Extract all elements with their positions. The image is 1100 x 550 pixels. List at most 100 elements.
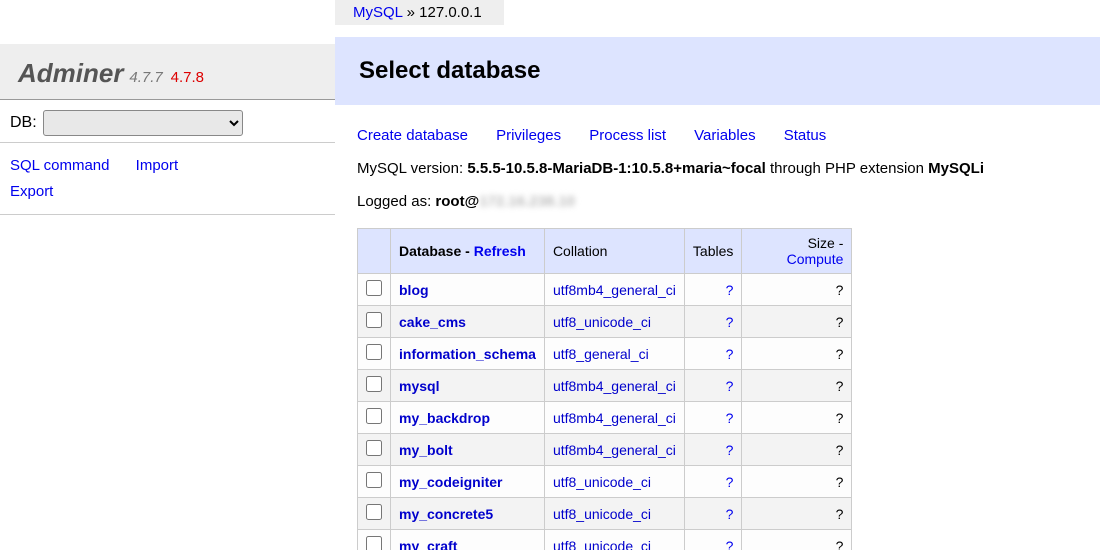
row-size: ? bbox=[742, 402, 852, 434]
row-checkbox[interactable] bbox=[366, 536, 382, 550]
row-database-name: my_codeigniter bbox=[391, 466, 545, 498]
collation-link[interactable]: utf8mb4_general_ci bbox=[553, 442, 676, 458]
breadcrumb-driver[interactable]: MySQL bbox=[353, 4, 402, 21]
row-collation: utf8mb4_general_ci bbox=[544, 370, 684, 402]
row-checkbox[interactable] bbox=[366, 472, 382, 488]
table-row: mysqlutf8mb4_general_ci?? bbox=[358, 370, 852, 402]
login-info-line: Logged as: root@172.16.238.10 bbox=[335, 185, 1100, 218]
header-size: Size - Compute bbox=[742, 229, 852, 274]
compute-link[interactable]: Compute bbox=[787, 251, 844, 267]
table-row: cake_cmsutf8_unicode_ci?? bbox=[358, 306, 852, 338]
tables-count-link[interactable]: ? bbox=[726, 378, 734, 394]
database-link[interactable]: my_concrete5 bbox=[399, 506, 493, 522]
row-checkbox-cell bbox=[358, 466, 391, 498]
row-collation: utf8mb4_general_ci bbox=[544, 274, 684, 306]
database-link[interactable]: my_craft bbox=[399, 538, 457, 550]
row-tables: ? bbox=[684, 274, 741, 306]
row-checkbox[interactable] bbox=[366, 312, 382, 328]
breadcrumb-host: 127.0.0.1 bbox=[419, 4, 482, 21]
row-database-name: my_backdrop bbox=[391, 402, 545, 434]
row-checkbox[interactable] bbox=[366, 440, 382, 456]
tables-count-link[interactable]: ? bbox=[726, 474, 734, 490]
row-database-name: mysql bbox=[391, 370, 545, 402]
tables-count-link[interactable]: ? bbox=[726, 410, 734, 426]
collation-link[interactable]: utf8_unicode_ci bbox=[553, 506, 651, 522]
database-link[interactable]: information_schema bbox=[399, 346, 536, 362]
collation-link[interactable]: utf8mb4_general_ci bbox=[553, 410, 676, 426]
row-checkbox-cell bbox=[358, 402, 391, 434]
row-database-name: my_concrete5 bbox=[391, 498, 545, 530]
header-database-label: Database - bbox=[399, 243, 474, 259]
db-select[interactable] bbox=[43, 110, 243, 136]
sidebar: Adminer 4.7.7 4.7.8 DB: SQL command Impo… bbox=[0, 0, 335, 550]
row-checkbox-cell bbox=[358, 530, 391, 550]
sql-command-link[interactable]: SQL command bbox=[10, 157, 110, 174]
table-row: information_schemautf8_general_ci?? bbox=[358, 338, 852, 370]
table-row: blog utf8mb4_general_ci?? bbox=[358, 274, 852, 306]
database-link[interactable]: blog bbox=[399, 282, 429, 298]
collation-link[interactable]: utf8mb4_general_ci bbox=[553, 378, 676, 394]
header-tables: Tables bbox=[684, 229, 741, 274]
collation-link[interactable]: utf8_unicode_ci bbox=[553, 314, 651, 330]
tables-count-link[interactable]: ? bbox=[726, 282, 734, 298]
database-link[interactable]: my_bolt bbox=[399, 442, 453, 458]
row-checkbox[interactable] bbox=[366, 504, 382, 520]
collation-link[interactable]: utf8_unicode_ci bbox=[553, 538, 651, 550]
table-row: my_backdrop utf8mb4_general_ci?? bbox=[358, 402, 852, 434]
app-version-new[interactable]: 4.7.8 bbox=[171, 69, 204, 86]
database-link[interactable]: cake_cms bbox=[399, 314, 466, 330]
row-collation: utf8mb4_general_ci bbox=[544, 434, 684, 466]
refresh-link[interactable]: Refresh bbox=[474, 243, 526, 259]
status-link[interactable]: Status bbox=[784, 127, 827, 144]
header-checkbox bbox=[358, 229, 391, 274]
create-database-link[interactable]: Create database bbox=[357, 127, 468, 144]
db-label: DB: bbox=[10, 114, 37, 132]
tables-count-link[interactable]: ? bbox=[726, 538, 734, 550]
main-content: MySQL » 127.0.0.1 Select database Create… bbox=[335, 0, 1100, 550]
row-checkbox[interactable] bbox=[366, 344, 382, 360]
collation-link[interactable]: utf8_unicode_ci bbox=[553, 474, 651, 490]
row-checkbox-cell bbox=[358, 274, 391, 306]
login-prefix: Logged as: bbox=[357, 193, 435, 210]
database-link[interactable]: mysql bbox=[399, 378, 439, 394]
database-link[interactable]: my_backdrop bbox=[399, 410, 490, 426]
row-database-name: blog bbox=[391, 274, 545, 306]
variables-link[interactable]: Variables bbox=[694, 127, 755, 144]
row-size: ? bbox=[742, 274, 852, 306]
row-tables: ? bbox=[684, 402, 741, 434]
server-version-value: 5.5.5-10.5.8-MariaDB-1:10.5.8+maria~foca… bbox=[467, 160, 766, 177]
row-tables: ? bbox=[684, 338, 741, 370]
sidebar-header: Adminer 4.7.7 4.7.8 bbox=[0, 44, 335, 100]
row-checkbox[interactable] bbox=[366, 408, 382, 424]
row-checkbox[interactable] bbox=[366, 376, 382, 392]
server-version-line: MySQL version: 5.5.5-10.5.8-MariaDB-1:10… bbox=[335, 152, 1100, 185]
row-tables: ? bbox=[684, 466, 741, 498]
database-link[interactable]: my_codeigniter bbox=[399, 474, 502, 490]
tables-count-link[interactable]: ? bbox=[726, 442, 734, 458]
collation-link[interactable]: utf8_general_ci bbox=[553, 346, 649, 362]
table-row: my_boltutf8mb4_general_ci?? bbox=[358, 434, 852, 466]
row-checkbox[interactable] bbox=[366, 280, 382, 296]
row-checkbox-cell bbox=[358, 434, 391, 466]
tables-count-link[interactable]: ? bbox=[726, 314, 734, 330]
collation-link[interactable]: utf8mb4_general_ci bbox=[553, 282, 676, 298]
tables-count-link[interactable]: ? bbox=[726, 506, 734, 522]
export-link[interactable]: Export bbox=[10, 183, 53, 200]
action-links: Create database Privileges Process list … bbox=[335, 105, 1100, 152]
row-checkbox-cell bbox=[358, 370, 391, 402]
login-user: root@ bbox=[435, 193, 479, 210]
row-checkbox-cell bbox=[358, 498, 391, 530]
login-host: 172.16.238.10 bbox=[479, 193, 575, 210]
process-list-link[interactable]: Process list bbox=[589, 127, 666, 144]
row-tables: ? bbox=[684, 306, 741, 338]
row-tables: ? bbox=[684, 530, 741, 550]
privileges-link[interactable]: Privileges bbox=[496, 127, 561, 144]
row-size: ? bbox=[742, 498, 852, 530]
row-database-name: cake_cms bbox=[391, 306, 545, 338]
row-collation: utf8mb4_general_ci bbox=[544, 402, 684, 434]
row-database-name: my_craft bbox=[391, 530, 545, 550]
breadcrumb-sep: » bbox=[402, 4, 419, 21]
tables-count-link[interactable]: ? bbox=[726, 346, 734, 362]
import-link[interactable]: Import bbox=[136, 157, 179, 174]
app-title: Adminer bbox=[18, 58, 123, 88]
